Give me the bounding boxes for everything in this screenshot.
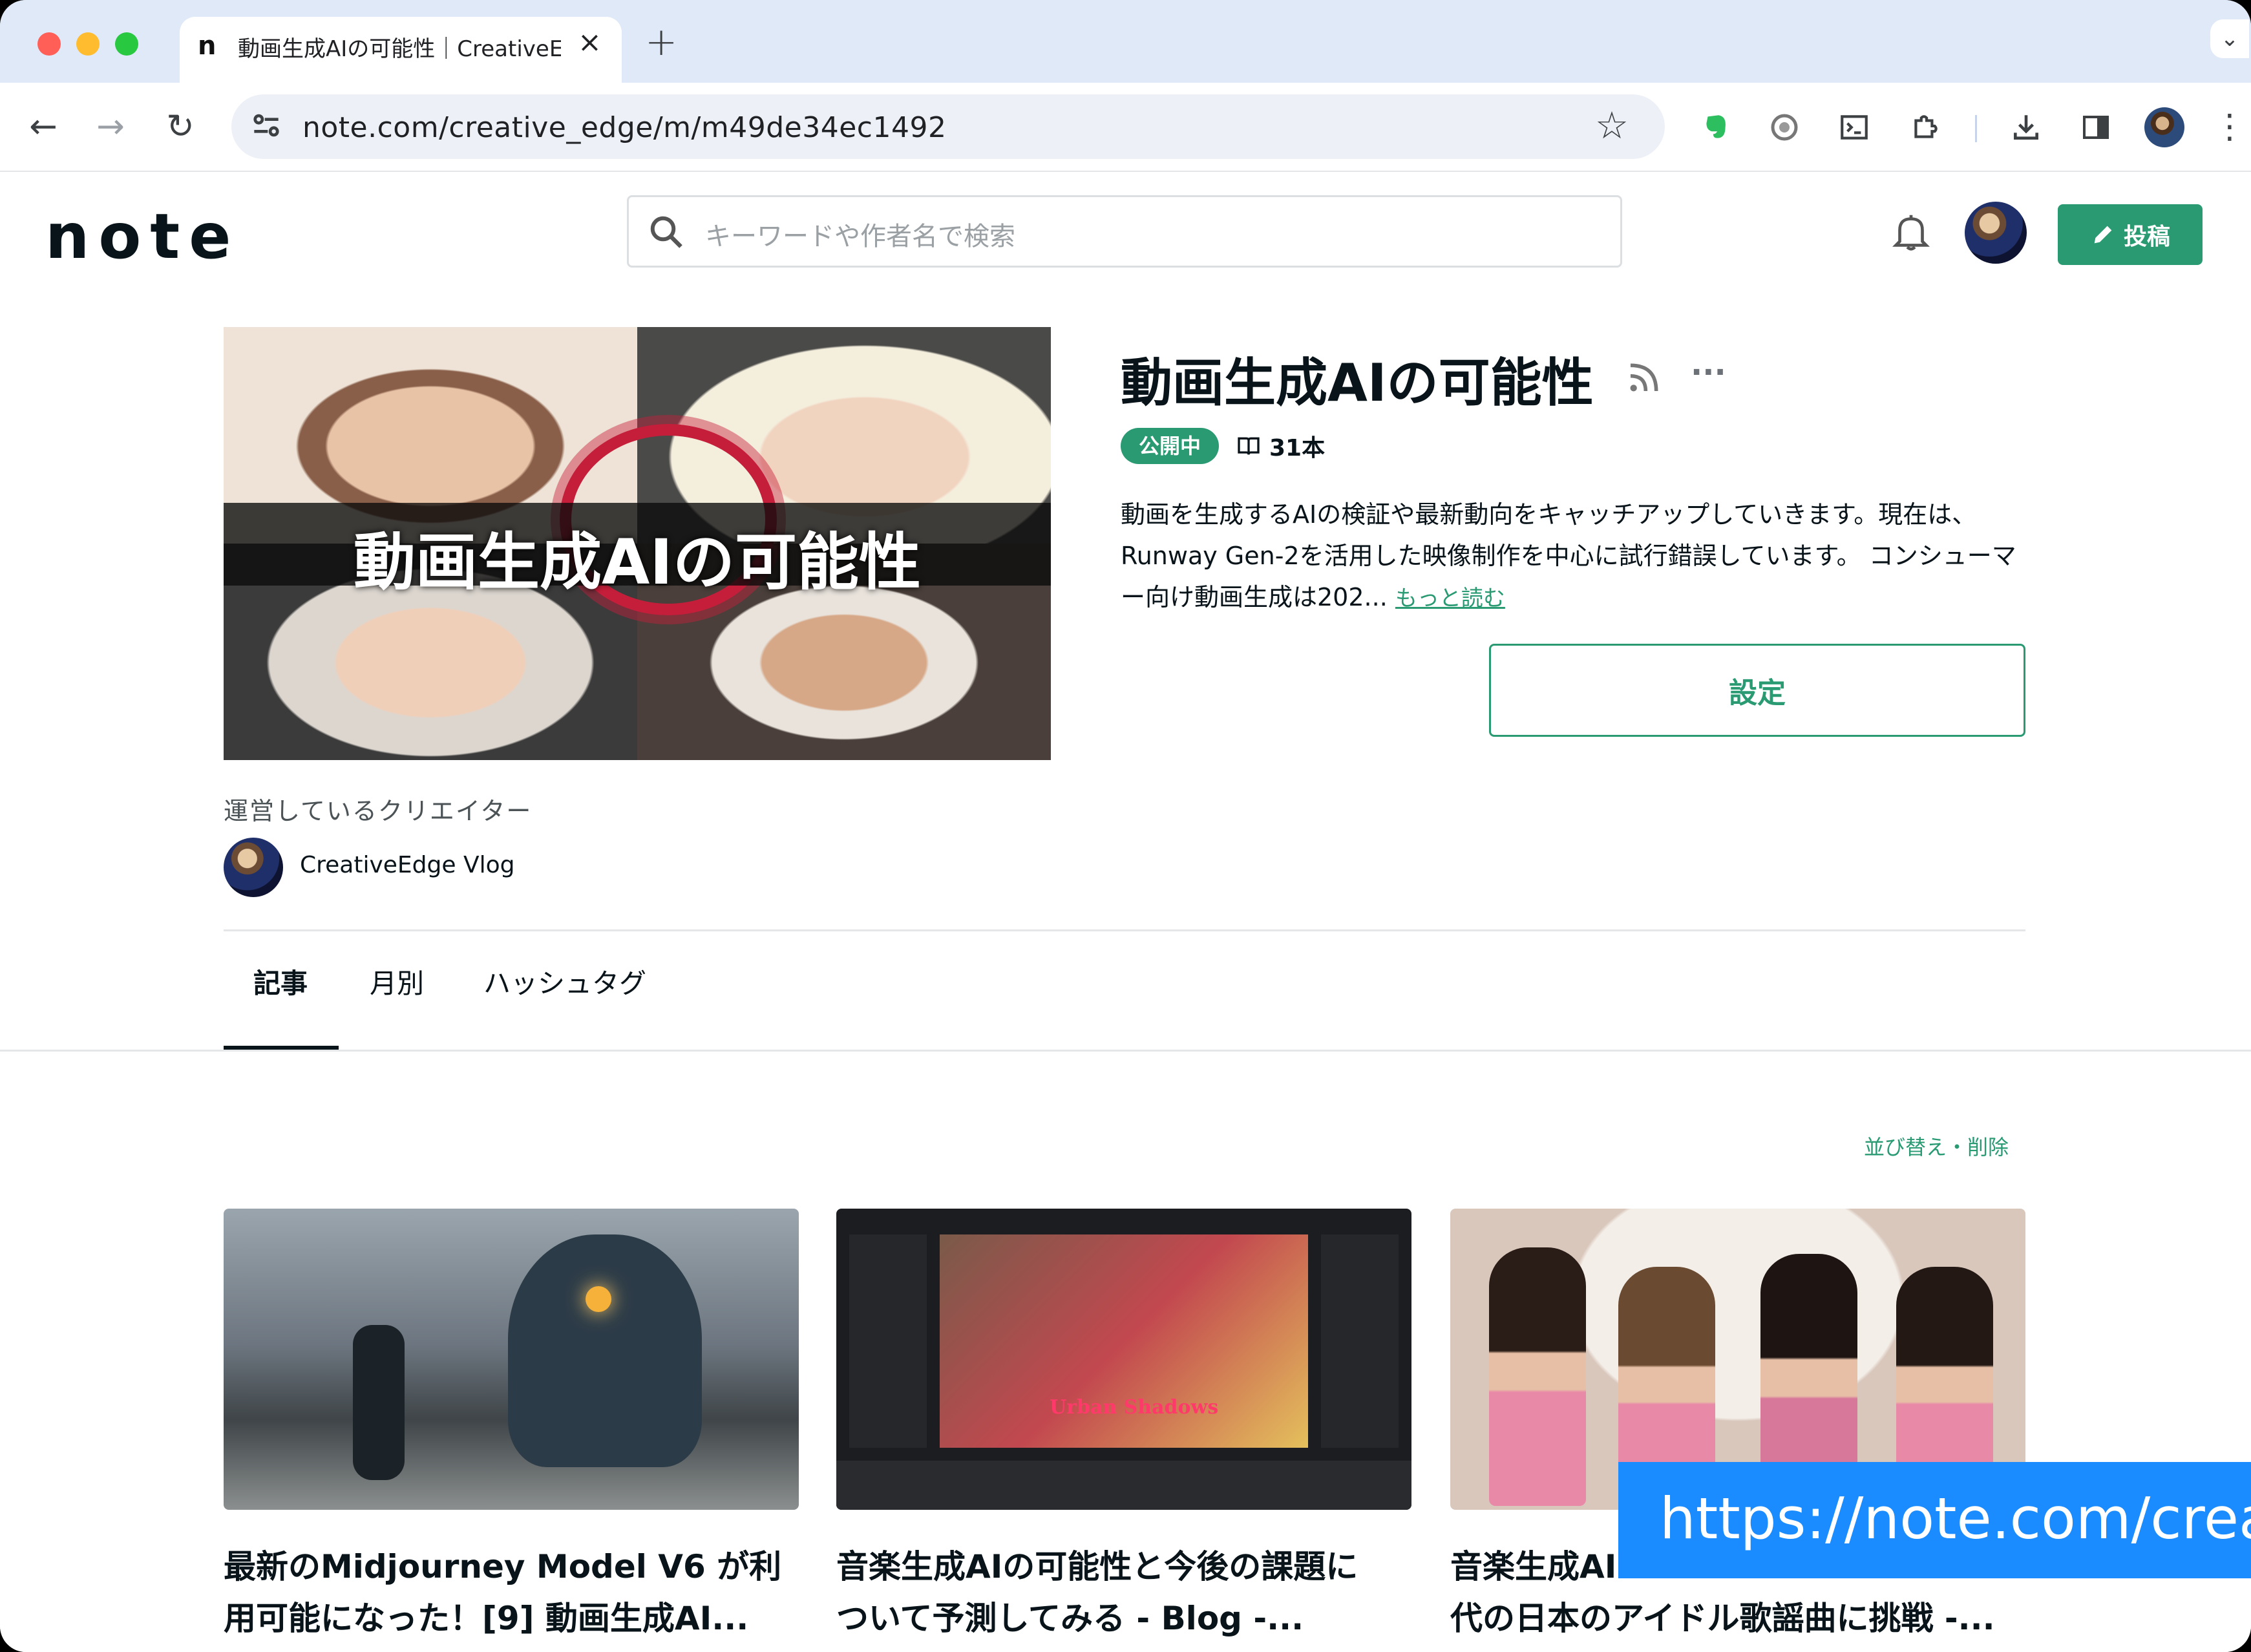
read-more-link[interactable]: もっと読む <box>1395 586 1505 611</box>
browser-tab[interactable]: n 動画生成AIの可能性｜CreativeEdge Vlog × <box>180 17 622 83</box>
post-button[interactable]: 投稿 <box>2058 204 2203 265</box>
url-text: note.com/creative_edge/m/m49de34ec1492 <box>302 111 947 144</box>
article-card[interactable]: 音楽生成AI 代の日本のアイドル歌謡曲に挑戦 -... <box>1450 1209 2025 1644</box>
tab-hashtags[interactable]: ハッシュタグ <box>483 962 646 1001</box>
search-placeholder: キーワードや作者名で検索 <box>705 222 1015 251</box>
article-thumbnail[interactable]: Urban Shadows <box>836 1209 1411 1510</box>
tab-close-icon[interactable]: × <box>578 26 602 59</box>
article-card[interactable]: 最新のMidjourney Model V6 が利 用可能になった！[9] 動画… <box>224 1209 799 1644</box>
bookmark-star-icon[interactable]: ☆ <box>1595 103 1629 147</box>
tab-search-chevron-icon[interactable]: ⌄ <box>2210 19 2249 58</box>
close-window-button[interactable] <box>37 32 61 56</box>
side-panel-icon[interactable] <box>2073 105 2119 150</box>
overlay-url-text: https://note.com/creative_edge/m/m49de34… <box>1660 1485 2251 1552</box>
article-title[interactable]: 音楽生成AIの可能性と今後の課題に ついて予測してみる - Blog -... <box>836 1541 1411 1644</box>
browser-menu-icon[interactable]: ⋮ <box>2210 106 2249 147</box>
toolbar-separator <box>1975 115 1977 142</box>
evernote-extension-icon[interactable] <box>1693 105 1738 150</box>
sort-delete-link[interactable]: 並び替え・削除 <box>1864 1131 2009 1161</box>
magazine-description: 動画を生成するAIの検証や最新動向をキャッチアップしていきます。現在は、Runw… <box>1121 494 2025 619</box>
article-count-text: 31本 <box>1269 435 1326 461</box>
browser-toolbar: ← → ↻ note.com/creative_edge/m/m49de34ec… <box>0 83 2251 172</box>
rss-icon[interactable] <box>1626 359 1662 396</box>
note-logo[interactable]: note <box>45 200 240 273</box>
note-page: note キーワードや作者名で検索 投稿 動画生成AIの可能性 動画生成AIの可… <box>0 172 2251 1652</box>
extensions-puzzle-icon[interactable] <box>1903 105 1948 150</box>
tab-monthly[interactable]: 月別 <box>370 962 424 1001</box>
pencil-icon <box>2094 226 2112 244</box>
more-options-icon[interactable]: ··· <box>1691 354 1726 390</box>
terminal-extension-icon[interactable] <box>1832 105 1877 150</box>
creator-section-label: 運営しているクリエイター <box>224 797 533 825</box>
search-icon <box>650 216 682 248</box>
profile-avatar-icon[interactable] <box>2142 105 2187 150</box>
minimize-window-button[interactable] <box>76 32 100 56</box>
magazine-title: 動画生成AIの可能性 <box>1121 353 1594 413</box>
section-divider <box>224 929 2025 931</box>
creator-name-link[interactable]: CreativeEdge Vlog <box>300 852 514 878</box>
creator-avatar[interactable] <box>224 838 283 897</box>
description-text: 動画を生成するAIの検証や最新動向をキャッチアップしていきます。現在は、Runw… <box>1121 500 2016 611</box>
url-overlay-banner: https://note.com/creative_edge/m/m49de34… <box>1618 1462 2251 1578</box>
note-favicon-icon: n <box>198 31 217 61</box>
article-card[interactable]: Urban Shadows 音楽生成AIの可能性と今後の課題に ついて予測してみ… <box>836 1209 1411 1644</box>
zoom-window-button[interactable] <box>115 32 138 56</box>
user-avatar[interactable] <box>1965 202 2027 264</box>
article-count: 31本 <box>1236 429 1325 463</box>
status-badge: 公開中 <box>1121 428 1219 464</box>
chatgpt-extension-icon[interactable] <box>1762 105 1807 150</box>
notification-bell-icon[interactable] <box>1888 209 1934 255</box>
thumbnail-caption: Urban Shadows <box>1050 1396 1219 1419</box>
forward-arrow-icon[interactable]: → <box>88 106 133 147</box>
address-bar[interactable]: note.com/creative_edge/m/m49de34ec1492 ☆ <box>231 94 1665 159</box>
article-thumbnail[interactable] <box>224 1209 799 1510</box>
download-icon[interactable] <box>2003 105 2049 150</box>
back-arrow-icon[interactable]: ← <box>21 106 66 147</box>
article-title[interactable]: 最新のMidjourney Model V6 が利 用可能になった！[9] 動画… <box>224 1541 799 1644</box>
magazine-cover-image: 動画生成AIの可能性 <box>224 327 1051 760</box>
post-button-label: 投稿 <box>2123 224 2170 250</box>
tab-articles[interactable]: 記事 <box>253 962 308 1001</box>
browser-window: n 動画生成AIの可能性｜CreativeEdge Vlog × + ⌄ ← →… <box>0 0 2251 1652</box>
reload-icon[interactable]: ↻ <box>158 106 203 147</box>
tabs-divider <box>0 1050 2251 1052</box>
search-input[interactable]: キーワードや作者名で検索 <box>627 195 1622 268</box>
tab-strip: n 動画生成AIの可能性｜CreativeEdge Vlog × + ⌄ <box>0 0 2251 83</box>
settings-button[interactable]: 設定 <box>1489 644 2025 737</box>
book-icon <box>1238 437 1260 455</box>
new-tab-button[interactable]: + <box>645 19 677 65</box>
tab-title: 動画生成AIの可能性｜CreativeEdge Vlog <box>238 36 561 62</box>
cover-title-text: 動画生成AIの可能性 <box>353 526 921 598</box>
site-settings-icon[interactable] <box>248 107 284 143</box>
